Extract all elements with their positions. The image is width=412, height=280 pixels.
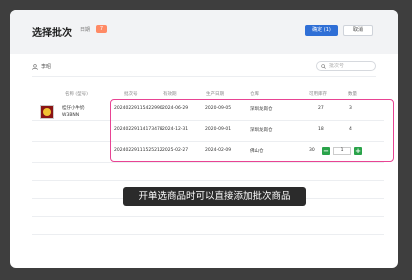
header-expiry: 有效期 (163, 92, 177, 97)
search-icon (321, 63, 326, 69)
row-divider (32, 234, 384, 235)
batch-highlight-frame (110, 99, 394, 162)
day-chip[interactable]: 7 (96, 25, 107, 33)
confirm-button[interactable]: 确定 (1) (305, 25, 338, 36)
header-production: 生产日期 (206, 92, 224, 97)
select-batch-dialog: 选择批次 日期 7 确定 (1) 取消 李昭 名称 (型号) 批次号 有效期 生… (10, 10, 398, 268)
tip-toast: 开单选商品时可以直接添加批次商品 (123, 187, 306, 206)
user-icon (32, 63, 38, 70)
toolbar-divider (32, 76, 376, 77)
day-label: 日期 (80, 27, 91, 33)
search-input[interactable] (329, 63, 375, 69)
header-name: 名称 (型号) (65, 92, 88, 97)
cancel-button[interactable]: 取消 (343, 25, 373, 36)
row-divider (32, 162, 384, 163)
row-divider (32, 180, 384, 181)
header-batch: 批次号 (124, 92, 138, 97)
user-filter[interactable]: 李昭 (32, 63, 51, 70)
dialog-header: 选择批次 日期 7 确定 (1) 取消 (10, 10, 398, 54)
header-warehouse: 仓库 (250, 92, 259, 97)
header-stock: 可用库存 (309, 92, 327, 97)
search-box[interactable] (316, 61, 376, 71)
user-label: 李昭 (41, 64, 52, 70)
row-divider (32, 216, 384, 217)
header-qty: 数量 (348, 92, 357, 97)
dialog-title: 选择批次 (32, 28, 72, 39)
